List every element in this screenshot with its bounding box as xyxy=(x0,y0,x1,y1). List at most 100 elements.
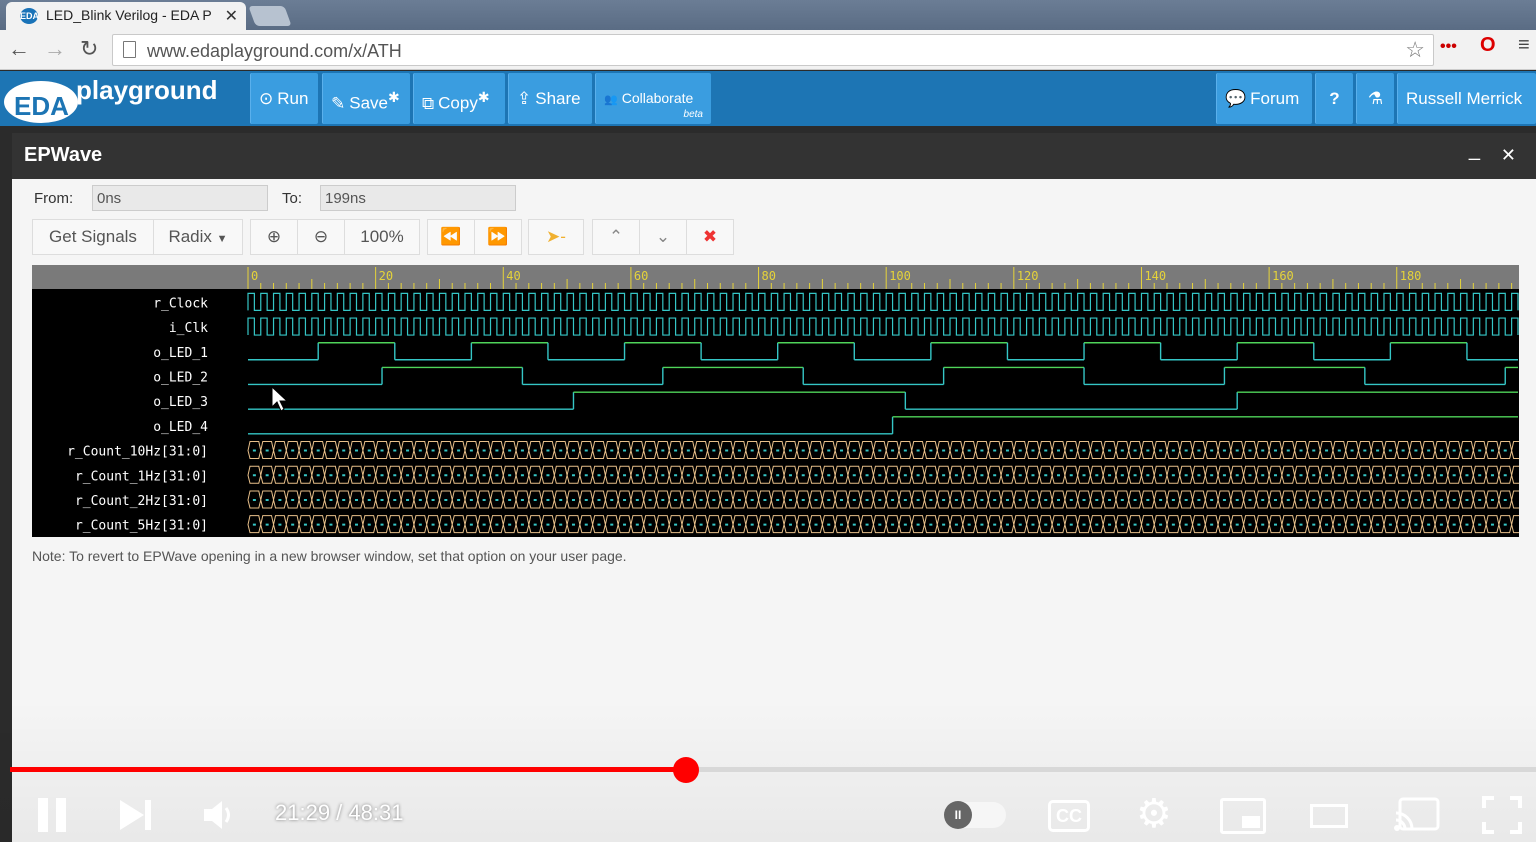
forward-arrow-icon[interactable]: → xyxy=(44,36,66,62)
zoom-out-icon: ⊖ xyxy=(313,227,329,246)
chevron-up-icon: ⌃ xyxy=(608,227,624,246)
marker-icon: ➤- xyxy=(546,227,566,246)
signal-name: o_LED_4 xyxy=(153,420,208,435)
from-label: From: xyxy=(34,190,74,207)
progress-played xyxy=(10,767,687,772)
users-icon: 👥 xyxy=(604,94,618,106)
chevron-down-icon: ⌄ xyxy=(655,227,671,246)
new-tab-button[interactable] xyxy=(248,6,292,26)
save-button[interactable]: ✎ Save✱ xyxy=(322,73,410,124)
share-button[interactable]: ⇪ Share xyxy=(508,73,592,124)
signal-name: r_Count_10Hz[31:0] xyxy=(67,445,208,460)
signal-name: o_LED_2 xyxy=(153,370,208,385)
theater-mode-button[interactable] xyxy=(1310,804,1348,828)
volume-icon xyxy=(204,801,230,829)
collaborate-button[interactable]: 👥 Collaborate beta xyxy=(595,73,711,124)
extension-dots-icon[interactable]: ••• xyxy=(1440,38,1457,56)
run-button[interactable]: ⊙ Run xyxy=(250,73,318,124)
play-circle-icon: ⊙ xyxy=(259,89,274,108)
caret-down-icon: ▼ xyxy=(216,233,228,245)
pause-button[interactable] xyxy=(36,796,68,834)
minimize-icon[interactable]: _ xyxy=(1469,139,1480,162)
pencil-icon: ✎ xyxy=(331,93,346,113)
to-label: To: xyxy=(282,190,303,207)
radix-label: Radix xyxy=(168,227,212,246)
ruler-tick-label: 180 xyxy=(1400,269,1422,283)
opera-icon[interactable]: O xyxy=(1480,34,1496,57)
cast-icon xyxy=(1394,797,1440,831)
zoom-out-button[interactable]: ⊖ xyxy=(297,219,345,255)
ruler-tick-label: 0 xyxy=(251,269,258,283)
miniplayer-icon xyxy=(1242,816,1260,828)
ruler-tick-label: 120 xyxy=(1017,269,1039,283)
signal-name: r_Clock xyxy=(153,296,208,311)
forum-button[interactable]: 💬 Forum xyxy=(1216,73,1312,124)
asterisk-icon: ✱ xyxy=(477,90,490,106)
user-name: Russell Merrick xyxy=(1406,89,1523,108)
user-menu-button[interactable]: Russell Merrick xyxy=(1397,73,1536,124)
help-button[interactable]: ? xyxy=(1315,73,1353,124)
eda-logo[interactable]: EDA playground xyxy=(4,75,244,123)
previous-edge-button[interactable]: ⏪ xyxy=(427,219,475,255)
volume-button[interactable] xyxy=(200,796,236,834)
waveform-viewer[interactable]: 0 20 40 60 80 100 120 140 160 180 r_Clock i_Clk o_LE… xyxy=(32,265,1519,537)
close-tab-icon[interactable]: ✕ xyxy=(225,6,238,26)
help-icon: ? xyxy=(1329,89,1340,108)
pause-icon-bar xyxy=(56,798,66,832)
signal-name: r_Count_2Hz[31:0] xyxy=(75,494,208,509)
copy-label: Copy xyxy=(438,93,478,113)
radix-dropdown[interactable]: Radix ▼ xyxy=(153,219,243,255)
eda-header: EDA playground ⊙ Run ✎ Save✱ ⧉ Copy✱ ⇪ Share… xyxy=(0,71,1536,126)
zoom-in-button[interactable]: ⊕ xyxy=(250,219,298,255)
next-button[interactable] xyxy=(118,796,154,834)
reload-icon[interactable]: ↻ xyxy=(80,36,98,62)
progress-bar[interactable] xyxy=(10,767,1536,772)
menu-icon[interactable]: ≡ xyxy=(1518,34,1530,57)
url-text: www.edaplayground.com/x/ATH xyxy=(147,41,402,61)
signal-name: i_Clk xyxy=(169,321,208,336)
fullscreen-button[interactable] xyxy=(1482,796,1522,834)
flask-button[interactable]: ⚗ xyxy=(1356,73,1394,124)
browser-tab[interactable]: EDA LED_Blink Verilog - EDA P ✕ xyxy=(6,2,246,30)
marker-button[interactable]: ➤- xyxy=(528,219,584,255)
save-label: Save xyxy=(349,93,388,113)
remove-signal-button[interactable]: ✖ xyxy=(686,219,734,255)
cc-icon: CC xyxy=(1056,806,1082,826)
share-label: Share xyxy=(535,89,581,108)
tab-title: LED_Blink Verilog - EDA P xyxy=(46,7,212,23)
from-input[interactable]: 0ns xyxy=(92,185,268,211)
to-input[interactable]: 199ns xyxy=(320,185,516,211)
copy-icon: ⧉ xyxy=(422,93,435,113)
captions-button[interactable]: CC xyxy=(1048,800,1090,832)
settings-button[interactable]: ⚙ xyxy=(1136,794,1172,834)
scrubber-handle[interactable] xyxy=(673,757,700,783)
star-icon[interactable]: ☆ xyxy=(1405,37,1425,63)
ruler-tick-label: 100 xyxy=(889,269,911,283)
close-icon[interactable]: ✕ xyxy=(1501,145,1516,166)
asterisk-icon: ✱ xyxy=(388,90,400,106)
fast-forward-icon: ⏩ xyxy=(487,227,509,246)
move-down-button[interactable]: ⌄ xyxy=(639,219,687,255)
eda-favicon-icon: EDA xyxy=(20,8,39,24)
signal-name: o_LED_1 xyxy=(153,346,208,361)
copy-button[interactable]: ⧉ Copy✱ xyxy=(413,73,505,124)
logo-playground-text: playground xyxy=(76,75,218,105)
autoplay-toggle[interactable]: II xyxy=(944,801,1006,829)
forum-label: Forum xyxy=(1250,89,1300,108)
next-edge-button[interactable]: ⏩ xyxy=(474,219,522,255)
browser-tab-bar: EDA LED_Blink Verilog - EDA P ✕ xyxy=(0,0,1536,30)
share-icon: ⇪ xyxy=(517,89,532,108)
ruler-tick-label: 20 xyxy=(379,269,393,283)
get-signals-button[interactable]: Get Signals xyxy=(32,219,154,255)
ruler-tick-label: 160 xyxy=(1272,269,1294,283)
time-display: 21:29 / 48:31 xyxy=(275,800,404,825)
signal-name: r_Count_1Hz[31:0] xyxy=(75,469,208,484)
ruler-tick-label: 80 xyxy=(762,269,776,283)
next-icon xyxy=(120,800,151,830)
move-up-button[interactable]: ⌃ xyxy=(592,219,640,255)
address-bar[interactable]: www.edaplayground.com/x/ATH ☆ xyxy=(112,34,1434,66)
miniplayer-button[interactable] xyxy=(1220,798,1266,834)
zoom-level[interactable]: 100% xyxy=(344,219,420,255)
cast-button[interactable] xyxy=(1394,797,1440,833)
back-arrow-icon[interactable]: ← xyxy=(8,36,30,62)
